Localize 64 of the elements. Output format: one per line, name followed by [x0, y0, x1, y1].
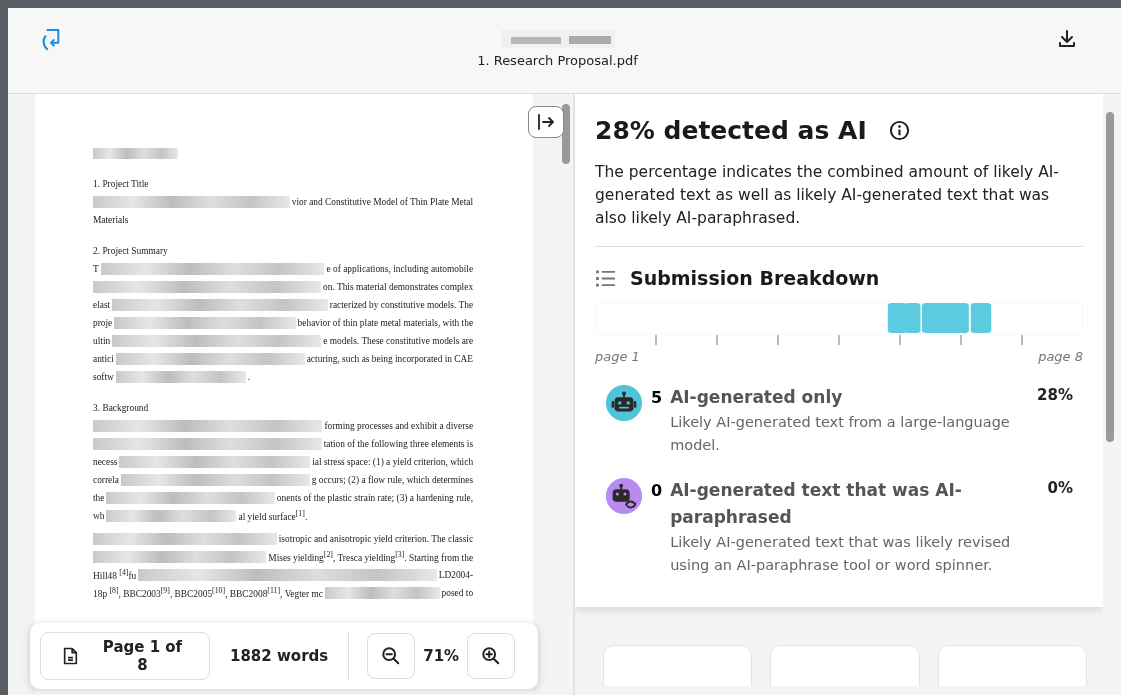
paraphrase-robot-icon	[605, 477, 643, 515]
document-text: antici	[93, 354, 114, 364]
document-text: necess	[93, 457, 118, 467]
document-text: ultin	[93, 336, 111, 346]
report-description: The percentage indicates the combined amount of likely AI-generated text as well as likely AI-generated text that was also likely AI-paraphrased.	[595, 162, 1060, 229]
document-text: acturing, such as being incorporated in CAE	[306, 354, 474, 364]
category-count: 5	[651, 388, 663, 407]
zoom-level: 71%	[423, 647, 460, 665]
document-text: vior and Constitutive Model of Thin Plate Metal	[291, 197, 474, 207]
document-text: Mises yielding$^{[2]}$, Tresca yielding$^{[3]}$. Starting from the	[268, 550, 474, 564]
document-text: forming processes and exhibit a diverse	[324, 421, 474, 431]
logo-icon[interactable]	[40, 26, 62, 53]
collapse-button[interactable]	[528, 106, 564, 138]
document-text: racterized by constitutive models. The	[329, 300, 474, 310]
breakdown-title: Submission Breakdown	[630, 267, 880, 289]
document-text: 1. Project Title	[93, 179, 149, 189]
collapse-icon	[536, 112, 556, 132]
document-text: .	[247, 372, 251, 382]
document-text: on. This material demonstrates complex	[323, 282, 474, 292]
page-button[interactable]: Page 1 of 8	[40, 632, 210, 680]
document-text: correla	[93, 475, 120, 485]
list-icon	[595, 269, 616, 287]
document-text: e models. These constitutive models are	[323, 336, 474, 346]
document-text: tation of the following three elements is	[323, 439, 474, 449]
category-description: Likely AI-generated text that was likely revised using an AI-paraphrase tool or word spinner.	[670, 533, 1012, 575]
zoom-out-icon	[381, 646, 402, 666]
page-label: page 1	[595, 349, 640, 364]
document-text: posed to	[441, 588, 474, 598]
document-text: wh	[93, 511, 105, 521]
document-text: the	[93, 493, 105, 503]
document-text: e of applications, including automobile	[326, 264, 474, 274]
zoom-out-button[interactable]	[367, 633, 416, 679]
document-text: Hill48 $^{[4]}$fu	[93, 568, 137, 582]
document-text: 18p $^{[8]}$, BBC2003$^{[9]}$, BBC2005$^{[10]}$, BBC2008$^{[11]}$, Vegter mc	[93, 586, 323, 600]
document-text: 2. Project Summary	[93, 246, 168, 256]
word-count: 1882 words	[230, 647, 329, 665]
info-icon[interactable]	[888, 120, 910, 141]
file-name: 1. Research Proposal.pdf	[477, 52, 638, 68]
document-text: T	[93, 264, 99, 274]
document-text: al yield surface$^{[1]}$.	[238, 509, 308, 523]
zoom-in-button[interactable]	[467, 633, 516, 679]
category-description: Likely AI-generated text from a large-language model.	[670, 413, 1011, 455]
document-text: Materials	[93, 215, 129, 225]
category-title: AI-generated only	[670, 386, 844, 409]
page-label: page 8	[1038, 349, 1083, 364]
document-text: proje	[93, 318, 113, 328]
document-text: LD2004-	[438, 570, 474, 580]
category-percent: 28%	[1037, 386, 1073, 404]
document-text: elast	[93, 300, 111, 310]
document-text: isotropic and anisotropic yield criterion. The classic	[278, 534, 474, 544]
report-title: 28% detected as AI	[595, 116, 867, 145]
document-text: g occurs; (2) a flow rule, which determines	[311, 475, 474, 485]
document-text: 3. Background	[93, 403, 149, 413]
document-text: ial stress space: (1) a yield criterion, which	[312, 457, 474, 467]
document-text: behavior of thin plate metal materials, with the	[297, 318, 474, 328]
zoom-in-icon	[481, 646, 502, 666]
category-percent: 0%	[1047, 479, 1073, 497]
document-text: onents of the plastic strain rate; (3) a hardening rule,	[276, 493, 474, 503]
category-count: 0	[651, 481, 663, 500]
download-icon	[1057, 29, 1077, 49]
document-icon	[63, 646, 78, 666]
document-text: softw	[93, 372, 114, 382]
robot-icon	[605, 384, 643, 422]
category-title: AI-generated text that was AI-paraphrased	[670, 479, 963, 529]
